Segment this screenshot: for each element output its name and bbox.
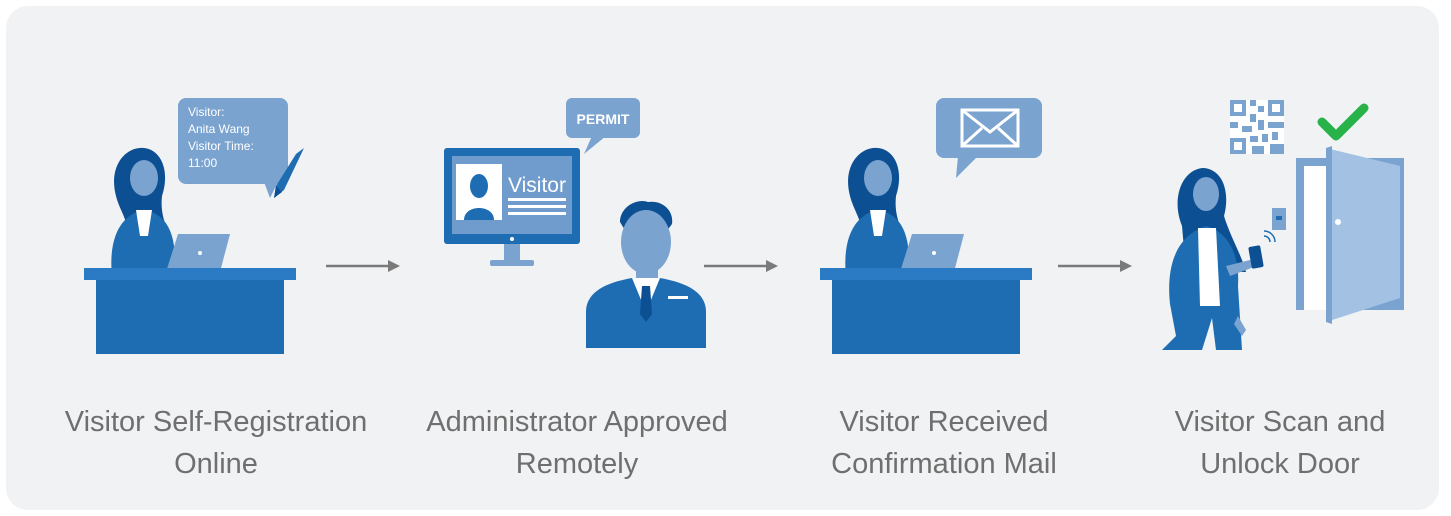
step-4-caption-line-1: Visitor Scan and xyxy=(1174,406,1386,438)
woman-figure-icon xyxy=(111,147,175,276)
step-3-caption-line-2: Confirmation Mail xyxy=(831,448,1057,480)
step-3-caption-line-1: Visitor Received xyxy=(839,406,1049,438)
step-2-caption-line-2: Remotely xyxy=(515,448,639,480)
step-4-illustration xyxy=(1146,86,1451,376)
step-3-caption: Visitor Received Confirmation Mail xyxy=(764,401,1124,485)
step-3-illustration xyxy=(816,86,1156,376)
step-1-illustration: Visitor: Anita Wang Visitor Time: 11:00 xyxy=(78,86,418,376)
mail-bubble xyxy=(936,98,1042,178)
monitor-icon: Visitor xyxy=(444,148,580,266)
woman-figure-icon xyxy=(845,147,909,276)
step-4-caption-line-2: Unlock Door xyxy=(1200,448,1360,480)
step-2-illustration: PERMIT Visitor xyxy=(442,86,782,376)
arrow-right-icon xyxy=(1058,260,1132,272)
door-icon xyxy=(1296,146,1404,324)
step-2-caption-line-1: Administrator Approved xyxy=(426,406,728,438)
desk xyxy=(820,268,1032,354)
desk xyxy=(84,268,296,354)
check-icon xyxy=(1317,103,1369,141)
step-4-caption: Visitor Scan and Unlock Door xyxy=(1100,401,1451,485)
woman-with-phone-icon xyxy=(1162,168,1276,350)
bubble-line-1: Visitor: xyxy=(188,105,224,119)
registration-bubble: Visitor: Anita Wang Visitor Time: 11:00 xyxy=(178,98,288,198)
bubble-line-4: 11:00 xyxy=(188,156,217,170)
step-1-caption: Visitor Self-Registration Online xyxy=(36,401,396,485)
step-2-caption: Administrator Approved Remotely xyxy=(397,401,757,485)
permit-label: PERMIT xyxy=(577,111,630,127)
qr-code-icon xyxy=(1230,100,1284,154)
screen-visitor-label: Visitor xyxy=(508,174,566,197)
step-1-caption-line-2: Online xyxy=(174,448,258,480)
diagram-panel: Visitor: Anita Wang Visitor Time: 11:00 xyxy=(6,6,1439,510)
permit-bubble: PERMIT xyxy=(566,98,640,154)
arrow-right-icon xyxy=(326,260,400,272)
administrator-figure-icon xyxy=(586,200,706,348)
bubble-line-2: Anita Wang xyxy=(188,122,250,136)
bubble-line-3: Visitor Time: xyxy=(188,139,254,153)
step-1-caption-line-1: Visitor Self-Registration xyxy=(64,406,368,438)
arrow-right-icon xyxy=(704,260,778,272)
